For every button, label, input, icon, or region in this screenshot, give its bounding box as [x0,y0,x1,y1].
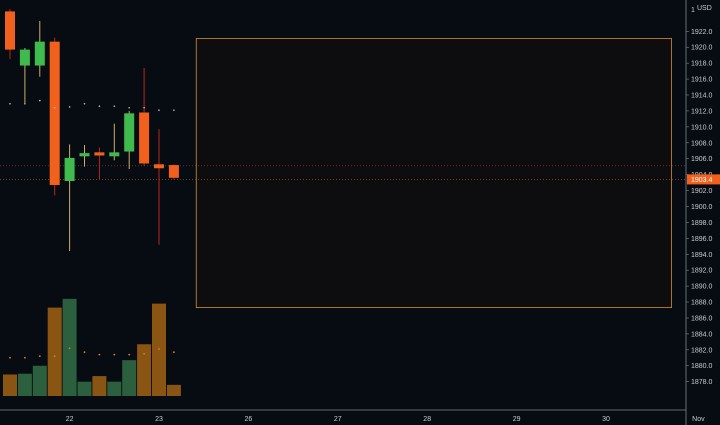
candle-body [64,157,75,181]
volume-average-dot [128,353,131,356]
volume-average-dot [173,351,175,354]
indicator-dot [24,102,26,105]
volume-bars [3,298,181,396]
candle-body [79,153,90,157]
price-tick-label: 1894.0 [691,252,713,259]
forecast-layer [195,38,672,309]
price-tick-label: 1912.0 [691,108,713,115]
volume-average-dot [158,348,160,350]
time-tick-label: 26 [245,416,253,423]
volume-bar [17,373,32,396]
currency-label: USD [697,5,712,12]
candle-body [168,165,179,178]
indicator-dot [83,102,86,105]
price-tick-label: 1896.0 [691,236,713,243]
indicator-dot [98,105,101,107]
price-tick-label: 1906.0 [691,156,713,163]
price-tick-label: 1900.0 [691,204,713,211]
time-tick-label: 30 [602,416,610,423]
price-tick-label: 1886.0 [691,315,713,322]
indicator-dot [143,106,145,109]
volume-average-dot [83,351,86,354]
price-tick-label: 1878.0 [691,379,713,386]
price-tick-label: 1882.0 [691,347,713,354]
candle-body [34,41,45,66]
volume-average-dot [24,356,26,359]
price-tick-label: 1880.0 [691,363,713,370]
candles [5,9,179,252]
time-axis: 22 23 26 27 28 29 30 Nov [0,409,705,423]
candle-body [49,41,60,185]
volume-average-dot [38,355,41,358]
time-tick-label: 29 [513,416,521,423]
time-tick-label: 28 [423,416,431,423]
volume-bar [122,360,137,396]
candle-body [124,113,135,152]
price-tick-label: 1902.0 [691,188,713,195]
volume-bar [107,381,122,396]
price-tick-label: 1892.0 [691,268,713,275]
price-tick-label: 1898.0 [691,220,713,227]
indicator-dot [68,106,71,108]
indicator-dot [158,109,160,111]
price-tick-label: 1 [691,7,695,14]
price-axis: USD1 1922.0 1920.0 1918.0 1916.0 1914.0 1912.0… [685,0,720,425]
volume-bar [92,376,107,396]
price-tick-label: 1916.0 [691,77,713,84]
price-tick-label: 1910.0 [691,124,713,131]
candle-body [5,11,15,50]
candle-body [19,49,30,66]
volume-bar [3,374,17,396]
price-tick-label: 1890.0 [691,284,713,291]
volume-average-dot [143,352,146,355]
price-tick-label: 1918.0 [691,61,713,68]
price-tick-label: 1888.0 [691,300,713,307]
candle-body [94,152,105,156]
indicator-dot [9,102,11,105]
volume-average-dot [113,353,116,356]
price-chart[interactable]: USD1 1922.0 1920.0 1918.0 1916.0 1914.0 1912.0… [0,0,720,425]
indicator-dots [9,99,175,359]
volume-average-dot [98,353,101,356]
indicator-dot [39,99,41,102]
volume-bar [137,344,152,396]
volume-average-dot [68,347,71,350]
price-tick-label: 1920.0 [691,45,713,52]
candle-body [139,112,150,164]
forecast-box [195,38,672,309]
price-tick-label: 1922.0 [691,29,713,36]
volume-average-dot [53,355,56,358]
indicator-dot [173,109,175,111]
current-price-label: 1903.4 [691,177,713,184]
time-tick-label: 23 [155,416,163,423]
trading-chart-window: USD 1 1922.0 1920.0 1918.0 1916.0 1914.0 1912.0… [0,0,720,425]
indicator-dot [128,106,130,109]
indicator-dot [113,105,116,107]
indicator-dot [53,106,56,109]
time-tick-label: 22 [66,416,74,423]
price-tick-label: 1914.0 [691,93,713,100]
volume-bar [77,381,92,396]
price-tick-label: 1884.0 [691,331,713,338]
volume-bar [47,307,62,396]
candle-body [154,164,164,169]
time-tick-label: Nov [692,416,705,423]
volume-bar [166,384,181,396]
volume-bar [32,365,47,396]
volume-average-dot [9,356,11,359]
time-tick-label: 27 [334,416,342,423]
candle-body [109,152,120,157]
price-tick-label: 1908.0 [691,140,713,147]
